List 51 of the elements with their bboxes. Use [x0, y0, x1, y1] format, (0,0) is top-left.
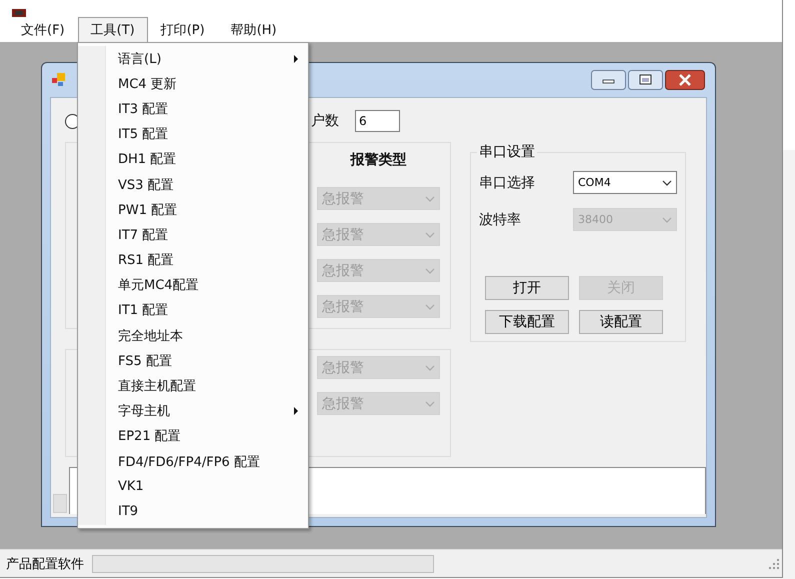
menu-entry[interactable]: 语言(L)	[106, 46, 308, 72]
menu-entry[interactable]: VK1	[106, 474, 308, 500]
minimize-button[interactable]	[591, 70, 626, 90]
chevron-down-icon	[425, 196, 435, 202]
menu-entry[interactable]: 字母主机	[106, 398, 308, 424]
status-text: 产品配置软件	[6, 556, 84, 572]
serial-button[interactable]: 读配置	[579, 310, 663, 334]
serial-button[interactable]: 下载配置	[485, 310, 569, 334]
menu-entry[interactable]: IT1 配置	[106, 298, 308, 324]
menu-entry[interactable]: 直接主机配置	[106, 373, 308, 399]
chevron-down-icon	[425, 364, 435, 370]
submenu-arrow-icon	[294, 54, 298, 63]
maximize-button[interactable]	[628, 70, 663, 90]
menu-entry[interactable]: EP21 配置	[106, 424, 308, 449]
count-field[interactable]: 6	[355, 110, 400, 132]
resize-grip-icon	[769, 558, 779, 568]
port-label: 串口选择	[479, 174, 535, 192]
window-icon	[52, 73, 66, 87]
chevron-down-icon	[425, 304, 435, 310]
menu-entry[interactable]: DH1 配置	[106, 146, 308, 172]
menu-entry[interactable]: IT9	[106, 499, 308, 525]
submenu-arrow-icon	[294, 407, 298, 416]
menu-item[interactable]: 帮助(H)	[218, 17, 290, 42]
app-icon	[12, 9, 26, 17]
close-button[interactable]	[665, 70, 705, 90]
column-header: 报警类型	[349, 151, 408, 169]
baud-label: 波特率	[479, 210, 521, 228]
chevron-down-icon	[425, 400, 435, 406]
menu-entry[interactable]: IT7 配置	[106, 222, 308, 248]
chevron-down-icon	[662, 180, 672, 186]
menu-entry[interactable]: VS3 配置	[106, 172, 308, 198]
menu-item[interactable]: 打印(P)	[148, 17, 218, 42]
menu-entry[interactable]: IT3 配置	[106, 96, 308, 122]
menu-entry[interactable]: RS1 配置	[106, 248, 308, 273]
menu-entry[interactable]: IT5 配置	[106, 122, 308, 147]
menu-item[interactable]: 文件(F)	[8, 17, 78, 42]
menu-entry[interactable]: FS5 配置	[106, 348, 308, 374]
group-title: 串口设置	[477, 143, 537, 161]
scroll-stub	[53, 494, 67, 513]
chevron-down-icon	[662, 216, 672, 222]
chevron-down-icon	[425, 268, 435, 274]
menu-entry[interactable]: MC4 更新	[106, 71, 308, 96]
serial-button[interactable]: 打开	[485, 276, 569, 300]
menu-entry[interactable]: 完全地址本	[106, 323, 308, 348]
menu-entry[interactable]: 单元MC4配置	[106, 272, 308, 298]
menu-item[interactable]: 工具(T)	[78, 17, 148, 42]
count-label: 户数	[311, 112, 339, 130]
chevron-down-icon	[425, 232, 435, 238]
menu-entry[interactable]: PW1 配置	[106, 197, 308, 222]
dropdown[interactable]: COM4	[573, 171, 677, 194]
menu-entry[interactable]: FD4/FD6/FP4/FP6 配置	[106, 449, 308, 474]
